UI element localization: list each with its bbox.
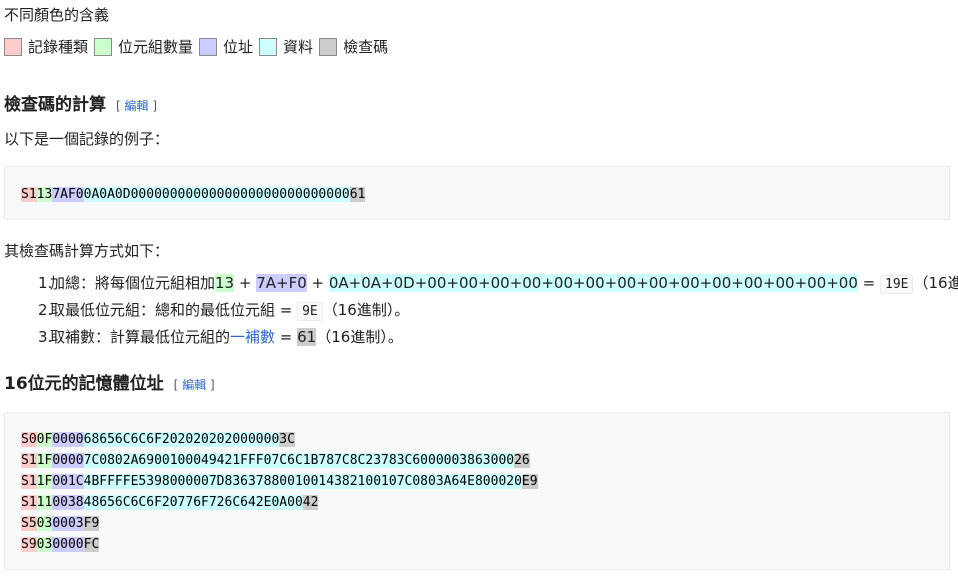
legend-swatch-count (94, 37, 113, 56)
record-line: S5030003F9 (21, 516, 100, 531)
intro-paragraph: 以下是一個記錄的例子： (4, 130, 170, 148)
record-line: S111003848656C6C6F20776F726C642E0A0042 (21, 495, 319, 510)
legend-swatch-data (259, 37, 278, 56)
legend-item-data: 資料 (259, 36, 313, 57)
legend-item-type: 記錄種類 (4, 36, 88, 57)
step-item: 1.加總：將每個位元組相加13 + 7A+F0 + 0A+0A+0D+00+00… (38, 274, 958, 294)
legend-label: 資料 (283, 38, 314, 56)
section-heading-checksum: 檢查碼的計算 [ 編輯 ] (4, 90, 157, 115)
step-item: 2.取最低位元組：總和的最低位元組 = 9E （16進制）。 (38, 301, 410, 321)
record-address: 7AF0 (52, 187, 84, 202)
legend-item-address: 位址 (199, 36, 253, 57)
legend-item-checksum: 檢查碼 (319, 36, 388, 57)
record-type: S1 (21, 187, 37, 202)
legend-swatch-address (199, 37, 218, 56)
example-record-block: S1137AF00A0A0D00000000000000000000000000… (4, 166, 950, 220)
legend-label: 記錄種類 (28, 38, 89, 56)
record-count: 13 (36, 187, 53, 202)
method-intro: 其檢查碼計算方式如下： (4, 242, 170, 260)
checksum-result: 61 (297, 328, 317, 346)
calculation-steps: 1.加總：將每個位元組相加13 + 7A+F0 + 0A+0A+0D+00+00… (4, 270, 958, 351)
record-data: 0A0A0D0000000000000000000000000000 (83, 187, 350, 202)
ones-complement-link[interactable]: 一補數 (230, 328, 275, 346)
legend-swatch-checksum (319, 37, 338, 56)
sum-result: 19E (880, 275, 914, 294)
record-line: S00F000068656C6C6F2020202020000003C (21, 432, 295, 447)
edit-section-link-wrap: [ 編輯 ] (173, 378, 215, 392)
record-line: S11F001C4BFFFFE5398000007D83637880010014… (21, 474, 538, 489)
edit-section-link[interactable]: 編輯 (182, 378, 206, 392)
heading-text: 16位元的記憶體位址 (4, 374, 164, 394)
step-item: 3.取補數：計算最低位元組的一補數 = 61（16進制）。 (38, 328, 403, 346)
low-byte-result: 9E (297, 302, 323, 321)
legend-swatch-type (4, 37, 22, 56)
record-checksum: 61 (349, 187, 366, 202)
legend-label: 檢查碼 (343, 38, 389, 56)
record-line: S9030000FC (21, 537, 100, 552)
legend-label: 位元組數量 (118, 38, 194, 56)
edit-section-link-wrap: [ 編輯 ] (116, 99, 158, 113)
example-record: S1137AF00A0A0D00000000000000000000000000… (21, 184, 933, 205)
legend-item-count: 位元組數量 (94, 36, 193, 57)
heading-text: 檢查碼的計算 (4, 95, 106, 115)
edit-section-link[interactable]: 編輯 (125, 99, 149, 113)
legend-label: 位址 (223, 38, 254, 56)
records-block: S00F000068656C6C6F2020202020000003C S11F… (4, 412, 950, 570)
legend-title: 不同顏色的含義 (4, 6, 110, 24)
section-heading-16bit: 16位元的記憶體位址 [ 編輯 ] (4, 369, 215, 394)
color-legend: 記錄種類 位元組數量 位址 資料 檢查碼 (4, 36, 394, 57)
record-line: S11F00007C0802A6900100049421FFF07C6C1B78… (21, 453, 530, 468)
